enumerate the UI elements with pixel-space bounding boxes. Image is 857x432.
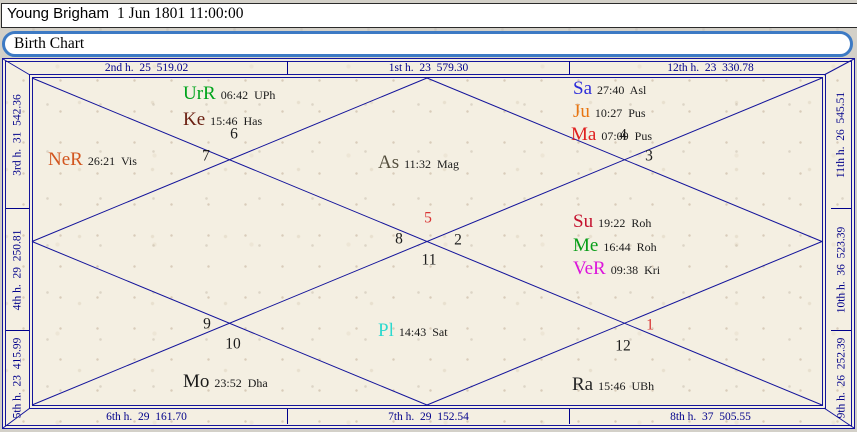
planet-detail: 10:27 Pus [595,107,646,119]
planet-abbr: Ra [572,375,593,394]
planet-entry: Sa 27:40 Asl [573,79,646,98]
window-title-bar: Young Brigham 1 Jun 1801 11:00:00 [1,3,857,28]
planet-abbr: Ma [571,125,596,144]
tab-label: Birth Chart [5,35,84,53]
chart-person-name: Young Brigham [7,5,109,22]
house-number: 8 [395,231,403,247]
planet-abbr: As [378,153,399,172]
planet-detail: 19:22 Roh [598,217,651,229]
planet-detail: 14:43 Sat [399,326,448,338]
planet-detail: 11:32 Mag [404,158,459,170]
planet-entry: Ra 15:46 UBh [572,375,654,394]
house-number: 9 [203,316,211,332]
house-number: 7 [202,148,210,164]
planet-abbr: Me [573,236,598,255]
tab-birth-chart[interactable]: Birth Chart [2,31,853,57]
planet-entry: Me 16:44 Roh [573,236,657,255]
planet-entry: Ke 15:46 Has [183,110,262,129]
planet-entry: NeR 26:21 Vis [48,150,137,169]
chart-datetime: 1 Jun 1801 11:00:00 [117,5,243,23]
house-number: 2 [454,232,462,248]
planet-detail: 27:40 Asl [597,84,646,96]
planet-abbr: Ke [183,110,205,129]
app-background: { "window": { "name": "Young Brigham", "… [0,0,857,432]
planet-entry: Mo 23:52 Dha [183,372,268,391]
birth-chart-panel: 2nd h. 25 519.02 1st h. 23 579.30 12th h… [2,58,855,429]
planet-entry: Pl 14:43 Sat [378,321,448,340]
planet-entry: Ma 07:09 Pus [571,125,652,144]
planet-abbr: UrR [183,84,216,103]
planet-detail: 23:52 Dha [214,377,267,389]
house-number: 1 [646,317,654,333]
planet-abbr: Pl [378,321,394,340]
planet-detail: 26:21 Vis [88,155,137,167]
planet-abbr: NeR [48,150,83,169]
planet-detail: 15:46 UBh [598,380,654,392]
planet-abbr: Mo [183,372,209,391]
planet-detail: 15:46 Has [210,115,262,127]
planet-entry: Ju 10:27 Pus [573,102,646,121]
planet-detail: 06:42 UPh [221,89,276,101]
planet-abbr: Ju [573,102,590,121]
planet-detail: 07:09 Pus [601,130,652,142]
planet-detail: 09:38 Kri [611,264,660,276]
planet-abbr: Su [573,212,593,231]
house-number: 11 [422,252,437,268]
planet-detail: 16:44 Roh [603,241,656,253]
house-number: 10 [225,336,241,352]
planet-entry: UrR 06:42 UPh [183,84,275,103]
house-number: 5 [424,210,432,226]
chart-layer: 675821143910112UrR06:42 UPhKe15:46 HasNe… [2,58,855,429]
planet-abbr: VeR [573,259,606,278]
planet-entry: VeR 09:38 Kri [573,259,660,278]
planet-entry: As 11:32 Mag [378,153,459,172]
house-number: 3 [645,148,653,164]
planet-entry: Su 19:22 Roh [573,212,651,231]
planet-abbr: Sa [573,79,592,98]
house-number: 12 [615,338,631,354]
